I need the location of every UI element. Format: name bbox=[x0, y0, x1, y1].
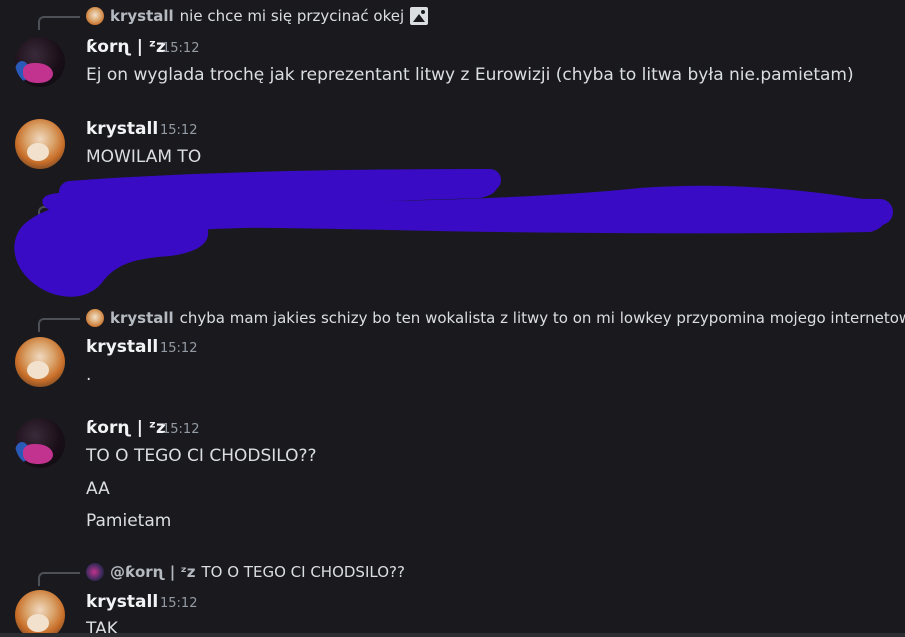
message-text: . bbox=[86, 365, 92, 385]
reply-preview[interactable]: krystall chyba mam jakies schizy bo ten … bbox=[86, 308, 905, 328]
avatar[interactable] bbox=[15, 418, 65, 468]
message-author[interactable]: krystall bbox=[86, 592, 158, 612]
reply-connector bbox=[38, 572, 80, 586]
message-text: Pamietam bbox=[86, 511, 172, 531]
redaction-scribble bbox=[14, 169, 893, 297]
chat-bottom-edge bbox=[0, 633, 905, 637]
message-text: AA bbox=[86, 479, 110, 499]
avatar[interactable] bbox=[15, 337, 65, 387]
message-timestamp: 15:12 bbox=[162, 422, 200, 437]
message-text: TO O TEGO CI CHODSILO?? bbox=[86, 446, 317, 466]
reply-avatar bbox=[86, 309, 104, 327]
reply-author[interactable]: @ƙorɳ | ᶻz bbox=[110, 563, 196, 581]
reply-preview[interactable]: @ƙorɳ | ᶻz TO O TEGO CI CHODSILO?? bbox=[86, 562, 405, 582]
reply-text: chyba mam jakies schizy bo ten wokalista… bbox=[179, 309, 905, 327]
reply-avatar bbox=[86, 563, 104, 581]
message-timestamp: 15:12 bbox=[160, 341, 198, 356]
message-author[interactable]: krystall bbox=[86, 337, 158, 357]
message-timestamp: 15:12 bbox=[160, 596, 198, 611]
reply-connector bbox=[38, 318, 80, 332]
reply-text: TO O TEGO CI CHODSILO?? bbox=[201, 563, 405, 581]
avatar[interactable] bbox=[15, 590, 65, 637]
reply-author[interactable]: krystall bbox=[110, 309, 174, 327]
message-author[interactable]: ƙorɳ | ᶻz bbox=[86, 418, 166, 438]
